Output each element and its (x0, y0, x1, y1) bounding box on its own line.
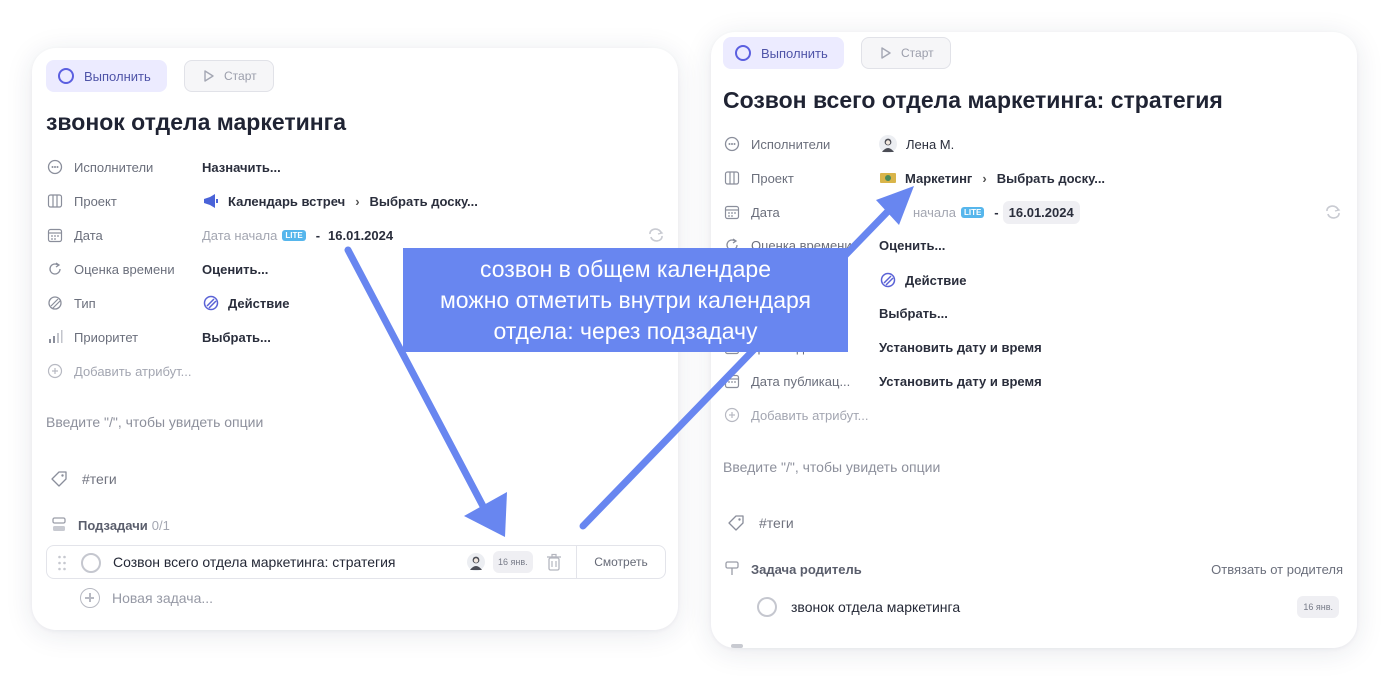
plus-circle-icon (46, 362, 64, 380)
end-date-field[interactable]: 16.01.2024 (328, 228, 393, 243)
avatar (467, 553, 485, 571)
task-title[interactable]: Созвон всего отдела маркетинга: стратеги… (723, 87, 1223, 114)
subtasks-icon (52, 517, 66, 531)
editor-input[interactable]: Введите "/", чтобы увидеть опции (46, 414, 263, 430)
avatar (879, 135, 897, 153)
type-value[interactable]: Действие (202, 291, 289, 315)
plus-circle-icon (723, 406, 741, 424)
play-icon (204, 70, 214, 82)
unlink-parent-button[interactable]: Отвязать от родителя (1211, 562, 1343, 577)
estimate-button[interactable]: Оценить... (879, 233, 945, 257)
type-icon (46, 294, 64, 312)
attr-assignees: Исполнители (723, 132, 830, 156)
section-icon-partial (731, 644, 743, 648)
money-icon (880, 173, 896, 183)
add-attribute-button[interactable]: Добавить атрибут... (723, 403, 868, 427)
chevron-right-icon: › (355, 193, 360, 209)
assign-button[interactable]: Назначить... (202, 155, 281, 179)
attr-project: Проект (723, 166, 794, 190)
attr-assignees: Исполнители (46, 155, 153, 179)
refresh-icon (46, 260, 64, 278)
annotation-callout: созвон в общем календаре можно отметить … (403, 248, 848, 352)
complete-button[interactable]: Выполнить (46, 60, 167, 92)
board-select[interactable]: Выбрать доску... (997, 171, 1105, 186)
task-title[interactable]: звонок отдела маркетинга (46, 109, 346, 136)
project-icon (723, 169, 741, 187)
attr-date: Дата (46, 223, 103, 247)
priority-select[interactable]: Выбрать... (879, 301, 948, 325)
megaphone-icon (204, 194, 218, 208)
attr-type: Тип (46, 291, 96, 315)
plus-circle-icon (80, 588, 100, 608)
repeat-icon[interactable] (1324, 205, 1342, 219)
calendar-icon (723, 203, 741, 221)
subtask-row[interactable]: Созвон всего отдела маркетинга: стратеги… (46, 545, 666, 579)
start-button[interactable]: Старт (861, 37, 951, 69)
calendar-icon (46, 226, 64, 244)
subtasks-heading: Подзадачи 0/1 (52, 517, 170, 533)
end-date-field[interactable]: 16.01.2024 (1002, 200, 1080, 224)
attr-priority: Приоритет (46, 325, 138, 349)
chevron-right-icon: › (982, 170, 987, 186)
circle-icon (735, 45, 751, 61)
tags-field[interactable]: #теги (727, 514, 794, 532)
drag-handle-icon[interactable] (57, 554, 67, 572)
complete-button[interactable]: Выполнить (723, 37, 844, 69)
estimate-button[interactable]: Оценить... (202, 257, 268, 281)
subtask-checkbox[interactable] (81, 553, 101, 573)
date-value[interactable]: Дата начала LITE - 16.01.2024 (202, 223, 393, 247)
parent-task-row[interactable]: звонок отдела маркетинга 16 янв. (757, 594, 1339, 620)
attr-estimate: Оценка времени (46, 257, 175, 281)
action-icon (880, 272, 896, 288)
publish-date-button[interactable]: Установить дату и время (879, 369, 1042, 393)
project-value[interactable]: Маркетинг › Выбрать доску... (879, 166, 1105, 190)
board-select[interactable]: Выбрать доску... (370, 194, 478, 209)
task-date-button[interactable]: Установить дату и время (879, 335, 1042, 359)
circle-icon (58, 68, 74, 84)
attr-project: Проект (46, 189, 117, 213)
assignee-icon (723, 135, 741, 153)
project-icon (46, 192, 64, 210)
start-button[interactable]: Старт (184, 60, 274, 92)
tag-icon (51, 471, 67, 487)
tag-icon (728, 515, 744, 531)
repeat-icon[interactable] (647, 228, 665, 242)
editor-input[interactable]: Введите "/", чтобы увидеть опции (723, 459, 940, 475)
new-task-button[interactable]: Новая задача... (80, 588, 213, 608)
trash-icon[interactable] (545, 553, 563, 571)
play-icon (881, 47, 891, 59)
assignee-icon (46, 158, 64, 176)
lite-badge: LITE (960, 206, 985, 218)
subtask-title[interactable]: Созвон всего отдела маркетинга: стратеги… (113, 554, 396, 570)
attr-date: Дата (723, 200, 780, 224)
action-icon (203, 295, 219, 311)
parent-task-checkbox[interactable] (757, 597, 777, 617)
add-attribute-button[interactable]: Добавить атрибут... (46, 359, 191, 383)
parent-task-date-badge[interactable]: 16 янв. (1297, 596, 1339, 618)
parent-task-icon (725, 561, 739, 575)
start-date-field[interactable]: начала (913, 205, 956, 220)
project-value[interactable]: Календарь встреч › Выбрать доску... (202, 189, 478, 213)
tags-field[interactable]: #теги (50, 470, 117, 488)
subtask-date-badge[interactable]: 16 янв. (493, 551, 533, 573)
calendar-icon (723, 372, 741, 390)
parent-task-header: Задача родитель Отвязать от родителя (725, 561, 1343, 577)
start-date-field[interactable]: Дата начала (202, 228, 277, 243)
priority-icon (46, 328, 64, 346)
assignee-value[interactable]: Лена М. (879, 132, 954, 156)
parent-task-title[interactable]: звонок отдела маркетинга (791, 599, 960, 615)
priority-select[interactable]: Выбрать... (202, 325, 271, 349)
lite-badge: LITE (282, 229, 306, 241)
date-value[interactable]: начала LITE - 16.01.2024 (913, 200, 1080, 224)
view-button[interactable]: Смотреть (576, 546, 665, 578)
attr-publish-date: Дата публикац... (723, 369, 850, 393)
type-value[interactable]: Действие (879, 268, 966, 292)
parent-task-heading: Задача родитель (751, 561, 862, 577)
